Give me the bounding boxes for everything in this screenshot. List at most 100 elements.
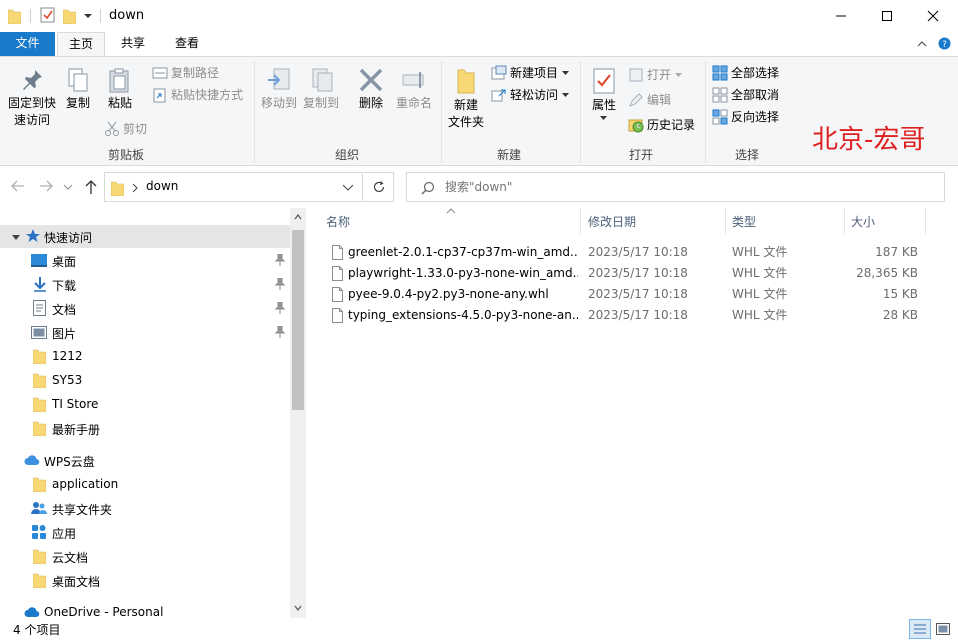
pin-icon[interactable] — [275, 302, 285, 314]
paste-button[interactable]: 粘贴 — [102, 67, 138, 112]
nav-wps-cloud[interactable]: WPS云盘 — [0, 449, 290, 472]
folder-icon — [33, 549, 46, 564]
tab-share[interactable]: 共享 — [110, 32, 156, 56]
edit-button[interactable]: 编辑 — [628, 90, 671, 110]
column-header-name[interactable]: 名称 — [326, 208, 576, 236]
open-group-label: 打开 — [628, 148, 653, 162]
minimize-button[interactable] — [818, 0, 864, 32]
invert-selection-button[interactable]: 反向选择 — [712, 107, 779, 127]
breadcrumb-current[interactable]: down — [146, 179, 178, 193]
pin-icon[interactable] — [275, 254, 285, 266]
select-all-button[interactable]: 全部选择 — [712, 63, 779, 83]
search-box[interactable] — [406, 172, 945, 202]
nav-wps-cloud-docs[interactable]: 云文档 — [0, 545, 290, 568]
nav-label: 最新手册 — [52, 423, 101, 437]
select-none-button[interactable]: 全部取消 — [712, 85, 779, 105]
table-row[interactable]: playwright-1.33.0-py3-none-win_amd... 20… — [326, 263, 926, 284]
column-divider[interactable] — [844, 208, 845, 234]
recent-locations-icon[interactable] — [63, 183, 73, 191]
large-icons-view-button[interactable] — [932, 619, 954, 639]
address-dropdown-icon[interactable] — [342, 184, 354, 192]
new-folder-label-2: 文件夹 — [447, 115, 484, 129]
pin-to-quick-access-button[interactable]: 固定到快 速访问 — [4, 67, 60, 129]
easy-access-icon — [491, 89, 506, 102]
move-to-label: 移动到 — [260, 96, 297, 110]
delete-button[interactable]: 删除 — [352, 67, 390, 112]
maximize-icon — [882, 11, 892, 21]
refresh-button[interactable] — [364, 172, 394, 202]
pin-icon[interactable] — [275, 278, 285, 290]
chevron-down-icon[interactable] — [12, 233, 20, 241]
help-icon[interactable]: ? — [938, 37, 951, 50]
nav-label: 快速访问 — [44, 231, 93, 245]
nav-downloads[interactable]: 下载 — [0, 273, 290, 296]
new-folder-button[interactable]: 新建 文件夹 — [444, 67, 488, 131]
desktop-icon — [31, 254, 47, 267]
properties-button[interactable]: 属性 — [586, 67, 622, 122]
copy-to-button[interactable]: 复制到 — [300, 67, 342, 112]
new-folder-label-1: 新建 — [453, 98, 478, 112]
column-divider[interactable] — [725, 208, 726, 234]
table-row[interactable]: typing_extensions-4.5.0-py3-none-an... 2… — [326, 305, 926, 326]
scissors-icon — [105, 121, 119, 136]
up-arrow-icon[interactable] — [84, 179, 98, 195]
column-header-type[interactable]: 类型 — [732, 208, 842, 236]
move-to-button[interactable]: 移动到 — [258, 67, 300, 112]
column-divider[interactable] — [580, 208, 581, 234]
cut-button[interactable]: 剪切 — [104, 119, 147, 139]
history-button[interactable]: 历史记录 — [628, 115, 695, 135]
nav-wps-apps[interactable]: 应用 — [0, 521, 290, 544]
nav-pictures[interactable]: 图片 — [0, 321, 290, 344]
address-bar[interactable]: down — [104, 172, 363, 202]
nav-onedrive[interactable]: OneDrive - Personal — [0, 601, 290, 618]
forward-arrow-icon[interactable] — [38, 179, 54, 193]
close-button[interactable] — [910, 0, 956, 32]
nav-folder-sy53[interactable]: SY53 — [0, 369, 290, 392]
file-type: WHL 文件 — [732, 308, 788, 322]
tab-view[interactable]: 查看 — [162, 32, 212, 56]
maximize-button[interactable] — [864, 0, 910, 32]
new-folder-quick-icon[interactable] — [63, 8, 76, 24]
invert-selection-label: 反向选择 — [731, 110, 780, 124]
nav-folder-1212[interactable]: 1212 — [0, 345, 290, 368]
copy-button[interactable]: 复制 — [62, 67, 94, 112]
nav-wps-desktop-docs[interactable]: 桌面文档 — [0, 569, 290, 592]
details-view-button[interactable] — [909, 619, 931, 639]
new-item-button[interactable]: 新建项目 — [491, 63, 571, 83]
close-icon — [927, 10, 939, 22]
tab-home[interactable]: 主页 — [57, 32, 105, 57]
separator — [580, 61, 581, 163]
open-button[interactable]: 打开 — [628, 65, 684, 85]
table-row[interactable]: greenlet-2.0.1-cp37-cp37m-win_amd... 202… — [326, 242, 926, 263]
nav-quick-access[interactable]: 快速访问 — [0, 225, 290, 248]
collapse-ribbon-icon[interactable] — [917, 40, 927, 48]
invert-selection-icon — [712, 109, 728, 125]
column-divider[interactable] — [925, 208, 926, 234]
easy-access-button[interactable]: 轻松访问 — [491, 85, 571, 105]
column-header-size[interactable]: 大小 — [851, 208, 921, 236]
paste-shortcut-button[interactable]: 粘贴快捷方式 — [152, 85, 243, 105]
nav-wps-application[interactable]: application — [0, 473, 290, 496]
nav-folder-ti-store[interactable]: TI Store — [0, 393, 290, 416]
nav-documents[interactable]: 文档 — [0, 297, 290, 320]
scroll-up-icon[interactable] — [294, 214, 302, 220]
tab-file[interactable]: 文件 — [0, 32, 55, 56]
search-input[interactable] — [445, 178, 925, 196]
separator — [30, 9, 31, 23]
customize-toolbar-icon[interactable] — [84, 12, 92, 20]
back-arrow-icon[interactable] — [10, 179, 26, 193]
pin-icon[interactable] — [275, 326, 285, 338]
properties-quick-icon[interactable] — [40, 7, 55, 23]
separator — [100, 9, 101, 23]
nav-wps-shared[interactable]: 共享文件夹 — [0, 497, 290, 520]
nav-folder-manual[interactable]: 最新手册 — [0, 417, 290, 440]
column-header-date[interactable]: 修改日期 — [588, 208, 723, 236]
breadcrumb-chevron-icon[interactable] — [132, 183, 138, 193]
table-row[interactable]: pyee-9.0.4-py2.py3-none-any.whl 2023/5/1… — [326, 284, 926, 305]
nav-desktop[interactable]: 桌面 — [0, 249, 290, 272]
scroll-down-icon[interactable] — [294, 605, 302, 611]
nav-scrollbar-thumb[interactable] — [292, 230, 304, 410]
copy-path-button[interactable]: 复制路径 — [152, 63, 219, 83]
rename-button[interactable]: 重命名 — [392, 67, 436, 112]
file-size: 28 KB — [882, 308, 918, 322]
